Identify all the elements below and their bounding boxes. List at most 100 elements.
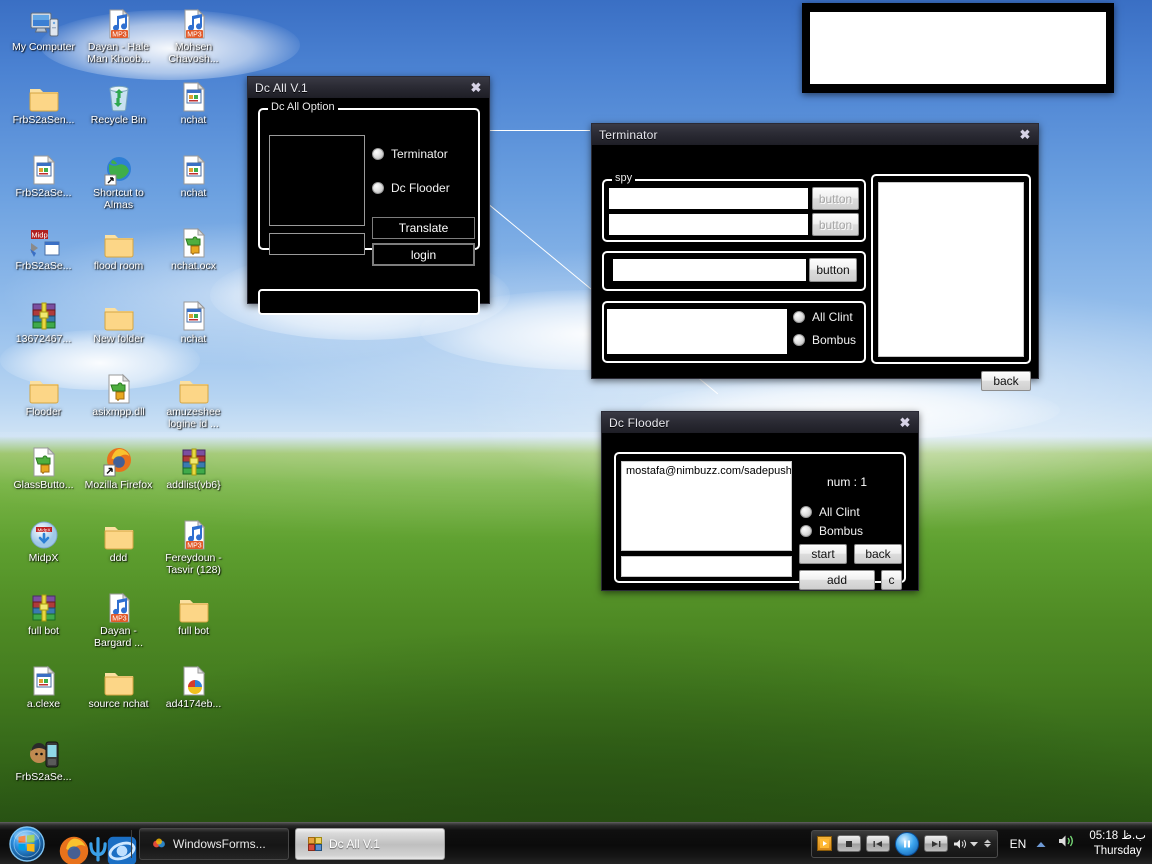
dc-flooder-clear-button[interactable]: c <box>881 570 902 590</box>
message-input[interactable] <box>613 259 806 281</box>
dc-all-listbox[interactable] <box>269 135 365 226</box>
window-dc-all[interactable]: Dc All V.1 ✖ Dc All Option Terminator Dc… <box>247 76 490 315</box>
start-button[interactable] <box>4 825 50 863</box>
desktop-icon[interactable]: nchat <box>156 77 231 150</box>
desktop-icon[interactable]: MP3 Fereydoun - Tasvir (128) <box>156 515 231 588</box>
desktop-icon[interactable]: My Computer <box>6 4 81 77</box>
ocx-file-icon <box>178 300 210 332</box>
desktop-icon[interactable]: Mozilla Firefox <box>81 442 156 515</box>
spy-button-2[interactable]: button <box>812 213 859 236</box>
mp3-file-icon: MP3 <box>178 519 210 551</box>
window-dc-flooder[interactable]: Dc Flooder ✖ mostafa@nimbuzz.com/sadepus… <box>601 411 919 591</box>
radio-all-clint-flooder[interactable]: All Clint <box>800 505 860 519</box>
message-send-button[interactable]: button <box>809 258 857 282</box>
volume-tray-icon[interactable] <box>1052 834 1081 853</box>
radio-terminator[interactable]: Terminator <box>372 147 448 161</box>
deskband-grip[interactable] <box>983 839 992 848</box>
desktop-icon-label: Dayan - Hale Man Khoob... <box>87 41 150 65</box>
dc-flooder-input[interactable] <box>621 556 792 577</box>
previous-button[interactable] <box>865 835 890 852</box>
desktop-icon[interactable]: Flooder <box>6 369 81 442</box>
mute-button[interactable] <box>953 838 978 850</box>
dc-flooder-back-button[interactable]: back <box>854 544 902 564</box>
floating-list-panel[interactable] <box>802 3 1114 93</box>
terminator-title-bar[interactable]: Terminator ✖ <box>592 124 1038 146</box>
dc-flooder-title-bar[interactable]: Dc Flooder ✖ <box>602 412 918 434</box>
desktop-icon[interactable]: MP3 Mohsen Chavosh... <box>156 4 231 77</box>
language-indicator[interactable]: EN <box>1006 837 1031 851</box>
puzzle-file-icon <box>178 227 210 259</box>
mp3-file-icon: MP3 <box>103 592 135 624</box>
ie-icon[interactable] <box>106 835 137 864</box>
desktop-icon[interactable]: nchat <box>156 296 231 369</box>
media-player-deskband[interactable] <box>810 829 998 858</box>
midpx-icon: MidpX <box>28 519 60 551</box>
stop-button[interactable] <box>836 835 861 852</box>
login-button[interactable]: login <box>372 243 475 266</box>
target-input[interactable] <box>607 309 787 354</box>
desktop-icon[interactable]: addlist(vb6} <box>156 442 231 515</box>
radio-dc-flooder-label: Dc Flooder <box>391 181 450 195</box>
dc-flooder-add-button[interactable]: add <box>799 570 875 590</box>
radio-bombus-terminator[interactable]: Bombus <box>793 333 856 347</box>
play-pause-button[interactable] <box>894 831 919 856</box>
window-terminator[interactable]: Terminator ✖ spy button button button Al… <box>591 123 1039 391</box>
desktop-icon[interactable]: source nchat <box>81 661 156 734</box>
desktop-icon[interactable]: full bot <box>156 588 231 661</box>
desktop[interactable]: My Computer MP3 Dayan - Hale Man Khoob... M… <box>0 0 1152 864</box>
desktop-icon[interactable]: full bot <box>6 588 81 661</box>
desktop-icon[interactable]: asixmpp.dll <box>81 369 156 442</box>
desktop-icon[interactable]: FrbS2aSen... <box>6 77 81 150</box>
desktop-icon[interactable]: nchat <box>156 150 231 223</box>
close-icon[interactable]: ✖ <box>1016 127 1034 143</box>
close-icon[interactable]: ✖ <box>467 80 485 96</box>
desktop-icon[interactable]: MP3 Dayan - Hale Man Khoob... <box>81 4 156 77</box>
radio-dc-flooder[interactable]: Dc Flooder <box>372 181 450 195</box>
desktop-icon[interactable]: flood room <box>81 223 156 296</box>
dc-all-textbox[interactable] <box>269 233 365 255</box>
spy-button-1[interactable]: button <box>812 187 859 210</box>
task-button-windowsforms[interactable]: WindowsForms... <box>139 827 289 860</box>
dc-flooder-start-button[interactable]: start <box>799 544 847 564</box>
task-button-dc-all[interactable]: Dc All V.1 <box>295 827 445 860</box>
desktop-icon[interactable]: MP3 Dayan - Bargard ... <box>81 588 156 661</box>
desktop-icon-label: MidpX <box>28 552 59 564</box>
psi-icon[interactable] <box>82 835 107 861</box>
floating-panel-listbox[interactable] <box>810 12 1106 84</box>
taskbar[interactable]: WindowsForms... Dc All V.1 EN 05:18 ب.ظ … <box>0 822 1152 864</box>
desktop-icon[interactable]: Midp FrbS2aSe... <box>6 223 81 296</box>
spy-group-title: spy <box>612 172 636 184</box>
dc-all-title-bar[interactable]: Dc All V.1 ✖ <box>248 77 489 99</box>
desktop-icon[interactable]: GlassButto... <box>6 442 81 515</box>
desktop-icon[interactable]: Shortcut to Almas <box>81 150 156 223</box>
chevron-up-icon[interactable] <box>1030 835 1052 853</box>
desktop-icon[interactable]: amuzeshee logine id ... <box>156 369 231 442</box>
folder-icon <box>103 665 135 697</box>
radio-bombus-label: Bombus <box>819 524 864 538</box>
next-button[interactable] <box>923 835 948 852</box>
desktop-icon[interactable]: ad4174eb... <box>156 661 231 734</box>
translate-button[interactable]: Translate <box>372 217 475 239</box>
desktop-icon[interactable]: a.clexe <box>6 661 81 734</box>
desktop-icon[interactable]: New folder <box>81 296 156 369</box>
desktop-icon[interactable]: nchat.ocx <box>156 223 231 296</box>
dc-flooder-listbox[interactable]: mostafa@nimbuzz.com/sadepush <box>621 461 792 551</box>
desktop-icon[interactable]: FrbS2aSe... <box>6 734 81 807</box>
desktop-icon-label: full bot <box>28 625 59 637</box>
desktop-icon[interactable]: FrbS2aSe... <box>6 150 81 223</box>
taskbar-clock[interactable]: 05:18 ب.ظ Thursday <box>1081 829 1146 859</box>
close-icon[interactable]: ✖ <box>896 415 914 431</box>
desktop-icon[interactable]: 13672467... <box>6 296 81 369</box>
firefox-icon[interactable] <box>58 835 89 864</box>
terminator-back-button[interactable]: back <box>981 371 1031 391</box>
radio-bombus-flooder[interactable]: Bombus <box>800 524 863 538</box>
desktop-icon[interactable]: ddd <box>81 515 156 588</box>
radio-all-clint-terminator[interactable]: All Clint <box>793 310 853 324</box>
desktop-icon[interactable]: Recycle Bin <box>81 77 156 150</box>
log-listbox[interactable] <box>878 182 1024 357</box>
spy-input-1[interactable] <box>609 188 808 209</box>
desktop-icon[interactable]: MidpX MidpX <box>6 515 81 588</box>
dc-all-status-bar[interactable] <box>258 289 480 315</box>
spy-input-2[interactable] <box>609 214 808 235</box>
ocx-file-icon <box>178 154 210 186</box>
